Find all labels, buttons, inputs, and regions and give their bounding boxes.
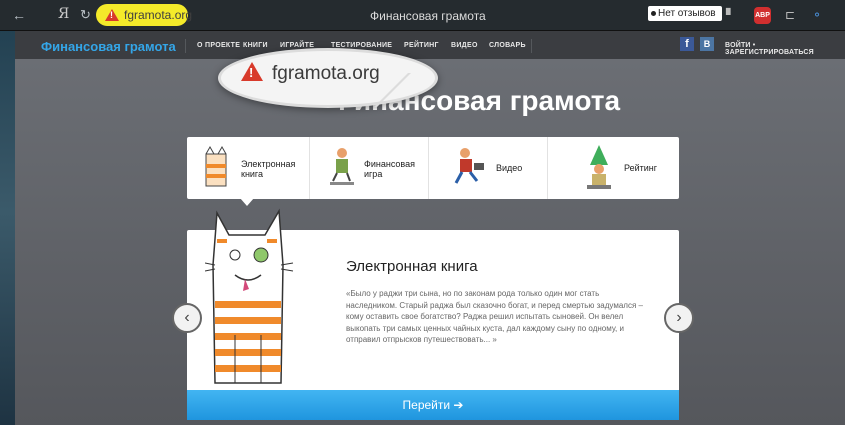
warning-exclamation-large: !	[249, 65, 254, 80]
nav-rating[interactable]: РЕЙТИНГ	[404, 42, 439, 49]
cat-illustration	[205, 208, 294, 384]
nav-divider	[185, 39, 186, 53]
bookmark-icon[interactable]: ▘	[726, 8, 735, 22]
adblock-icon[interactable]: ABP	[754, 7, 771, 24]
warning-exclamation: !	[110, 10, 113, 20]
reviews-badge[interactable]: Нет отзывов	[648, 6, 722, 21]
skater-icon	[330, 148, 354, 185]
tab-rating-label: Рейтинг	[624, 163, 658, 173]
reload-button[interactable]: ↻	[80, 7, 91, 23]
tab-video-label: Видео	[496, 163, 523, 173]
magnified-url: fgramota.org	[272, 63, 380, 84]
back-button[interactable]: ←	[12, 7, 26, 23]
login-register-link[interactable]: ВОЙТИ • ЗАРЕГИСТРИРОВАТЬСЯ	[725, 42, 845, 56]
card-title: Электронная книга	[346, 258, 478, 275]
card-description: «Было у раджи три сына, но по законам ро…	[346, 289, 643, 344]
yandex-icon[interactable]: Я	[58, 6, 69, 22]
extension-icon[interactable]: ⊏	[785, 8, 795, 22]
book-cat-icon	[205, 146, 227, 187]
nav-dictionary[interactable]: СЛОВАРЬ	[489, 42, 526, 49]
vk-icon[interactable]: B	[700, 37, 714, 51]
address-bar-url[interactable]: fgramota.org	[124, 8, 192, 22]
nav-about[interactable]: О ПРОЕКТЕ	[197, 42, 240, 49]
site-brand-link[interactable]: Финансовая грамота	[41, 39, 176, 54]
site-navbar: Финансовая грамота О ПРОЕКТЕ КНИГИ ИГРАЙ…	[15, 31, 845, 59]
go-button[interactable]: Перейти ➔	[187, 390, 679, 420]
nav-video[interactable]: ВИДЕО	[451, 42, 478, 49]
tab-video[interactable]: Видео	[429, 137, 547, 199]
tab-game[interactable]: Финансовая игра	[310, 137, 428, 199]
sync-icon[interactable]: ⚬	[812, 8, 822, 22]
facebook-icon[interactable]: f	[680, 37, 694, 51]
nav-books[interactable]: КНИГИ	[243, 42, 268, 49]
desktop-background	[0, 0, 15, 425]
nav-divider	[531, 39, 532, 53]
carousel-next-button[interactable]: ›	[664, 303, 694, 333]
tab-rating[interactable]: Рейтинг	[548, 137, 679, 199]
category-tabs: Электронная книга Финансовая игра Видео …	[187, 137, 679, 199]
runner-icon	[454, 148, 484, 184]
carousel-prev-button[interactable]: ‹	[172, 303, 202, 333]
tab-title: Финансовая грамота	[370, 9, 486, 23]
tab-game-label: Финансовая игра	[364, 159, 415, 179]
browser-toolbar: ← Я ↻ ! fgramota.org Финансовая грамота …	[0, 0, 845, 31]
tab-ebook-label: Электронная книга	[241, 159, 296, 179]
gnome-icon	[587, 145, 611, 189]
tab-ebook[interactable]: Электронная книга	[187, 137, 309, 199]
